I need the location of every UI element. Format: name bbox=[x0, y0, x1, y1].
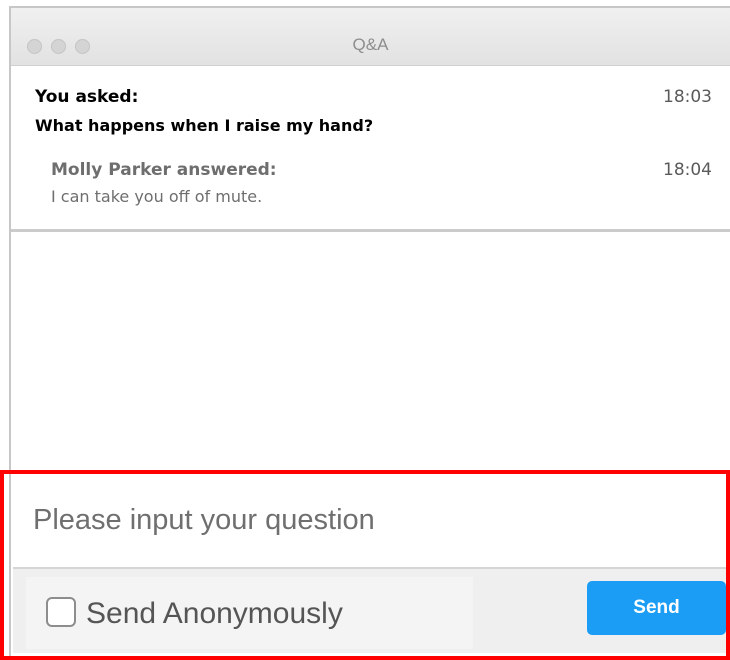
answer-timestamp: 18:04 bbox=[663, 160, 712, 180]
title-bar: Q&A bbox=[11, 8, 730, 66]
qa-thread: You asked: 18:03 What happens when I rai… bbox=[11, 66, 730, 232]
answer-label: Molly Parker answered: bbox=[51, 160, 277, 180]
question-label: You asked: bbox=[35, 87, 139, 107]
highlight-box bbox=[0, 470, 730, 660]
question-timestamp: 18:03 bbox=[663, 87, 712, 107]
answer-text: I can take you off of mute. bbox=[51, 187, 263, 206]
window-title: Q&A bbox=[352, 35, 389, 54]
question-text: What happens when I raise my hand? bbox=[35, 116, 374, 135]
